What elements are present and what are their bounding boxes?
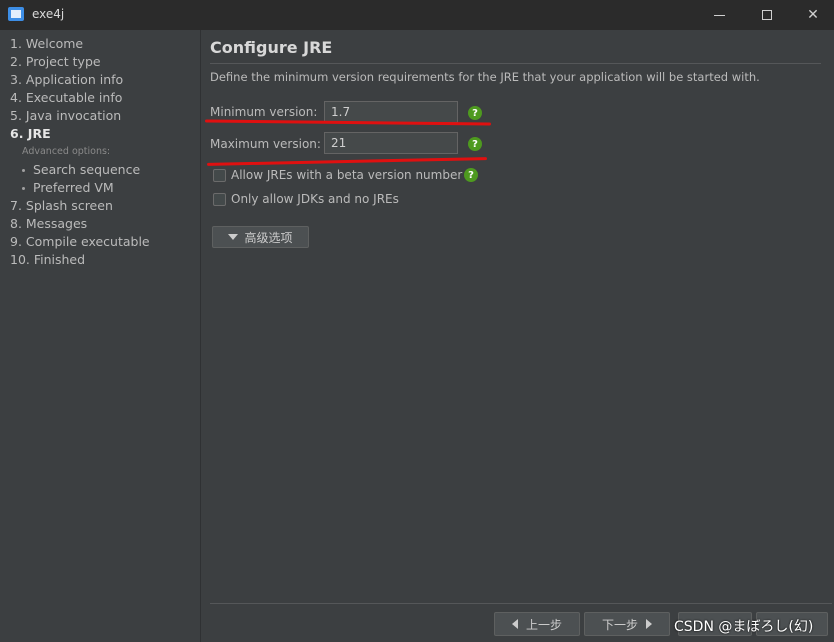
step-splash-screen[interactable]: 7. Splash screen bbox=[10, 198, 113, 213]
step-search-sequence[interactable]: Search sequence bbox=[22, 162, 140, 177]
step-messages[interactable]: 8. Messages bbox=[10, 216, 87, 231]
step-search-sequence-label: Search sequence bbox=[33, 162, 141, 177]
step-compile-executable[interactable]: 9. Compile executable bbox=[10, 234, 150, 249]
next-button[interactable]: 下一步 bbox=[584, 612, 670, 636]
step-project-type[interactable]: 2. Project type bbox=[10, 54, 101, 69]
triangle-right-icon bbox=[646, 619, 652, 629]
step-finished[interactable]: 10. Finished bbox=[10, 252, 85, 267]
allow-beta-jre-checkbox[interactable] bbox=[213, 169, 226, 182]
bullet-icon bbox=[22, 187, 25, 190]
wizard-steps-sidebar: 1. Welcome 2. Project type 3. Applicatio… bbox=[0, 30, 201, 642]
step-welcome[interactable]: 1. Welcome bbox=[10, 36, 83, 51]
minimize-button[interactable] bbox=[696, 0, 742, 30]
annotation-underline bbox=[206, 157, 488, 166]
step-java-invocation[interactable]: 5. Java invocation bbox=[10, 108, 121, 123]
step-executable-info[interactable]: 4. Executable info bbox=[10, 90, 122, 105]
page-description: Define the minimum version requirements … bbox=[210, 70, 760, 84]
allow-beta-jre-label[interactable]: Allow JREs with a beta version number bbox=[231, 168, 462, 182]
heading-divider bbox=[210, 63, 821, 64]
triangle-left-icon bbox=[511, 619, 518, 629]
main-panel: Configure JRE Define the minimum version… bbox=[201, 30, 834, 642]
step-preferred-vm[interactable]: Preferred VM bbox=[22, 180, 114, 195]
bullet-icon bbox=[22, 169, 25, 172]
csdn-watermark: CSDN @まぼろし(幻) bbox=[674, 619, 814, 635]
minimum-version-help-icon[interactable]: ? bbox=[468, 106, 482, 120]
only-jdk-checkbox[interactable] bbox=[213, 193, 226, 206]
page-title: Configure JRE bbox=[210, 38, 333, 57]
maximize-button[interactable] bbox=[744, 0, 790, 30]
allow-beta-help-icon[interactable]: ? bbox=[464, 168, 478, 182]
maximum-version-input[interactable]: 21 bbox=[324, 132, 458, 154]
back-button[interactable]: 上一步 bbox=[494, 612, 580, 636]
back-button-label: 上一步 bbox=[525, 617, 562, 632]
next-button-label: 下一步 bbox=[601, 617, 638, 632]
title-bar: exe4j ✕ bbox=[0, 0, 834, 30]
maximize-icon bbox=[762, 10, 772, 20]
triangle-down-icon bbox=[228, 234, 239, 240]
window-title: exe4j bbox=[32, 7, 65, 21]
step-application-info[interactable]: 3. Application info bbox=[10, 72, 123, 87]
minimum-version-label: Minimum version: bbox=[210, 105, 318, 119]
maximum-version-label: Maximum version: bbox=[210, 137, 321, 151]
step-preferred-vm-label: Preferred VM bbox=[33, 180, 114, 195]
advanced-options-label: Advanced options: bbox=[22, 146, 111, 157]
only-jdk-label[interactable]: Only allow JDKs and no JREs bbox=[231, 192, 399, 206]
minimize-icon bbox=[713, 14, 725, 16]
close-button[interactable]: ✕ bbox=[790, 0, 834, 30]
advanced-options-button-label: 高级选项 bbox=[244, 230, 293, 245]
step-jre[interactable]: 6. JRE bbox=[10, 126, 51, 141]
footer-divider bbox=[210, 603, 832, 604]
minimum-version-input[interactable]: 1.7 bbox=[324, 101, 458, 123]
exe4j-app-icon bbox=[8, 7, 24, 21]
maximum-version-help-icon[interactable]: ? bbox=[468, 137, 482, 151]
close-icon: ✕ bbox=[807, 7, 819, 23]
advanced-options-button[interactable]: 高级选项 bbox=[212, 226, 309, 248]
